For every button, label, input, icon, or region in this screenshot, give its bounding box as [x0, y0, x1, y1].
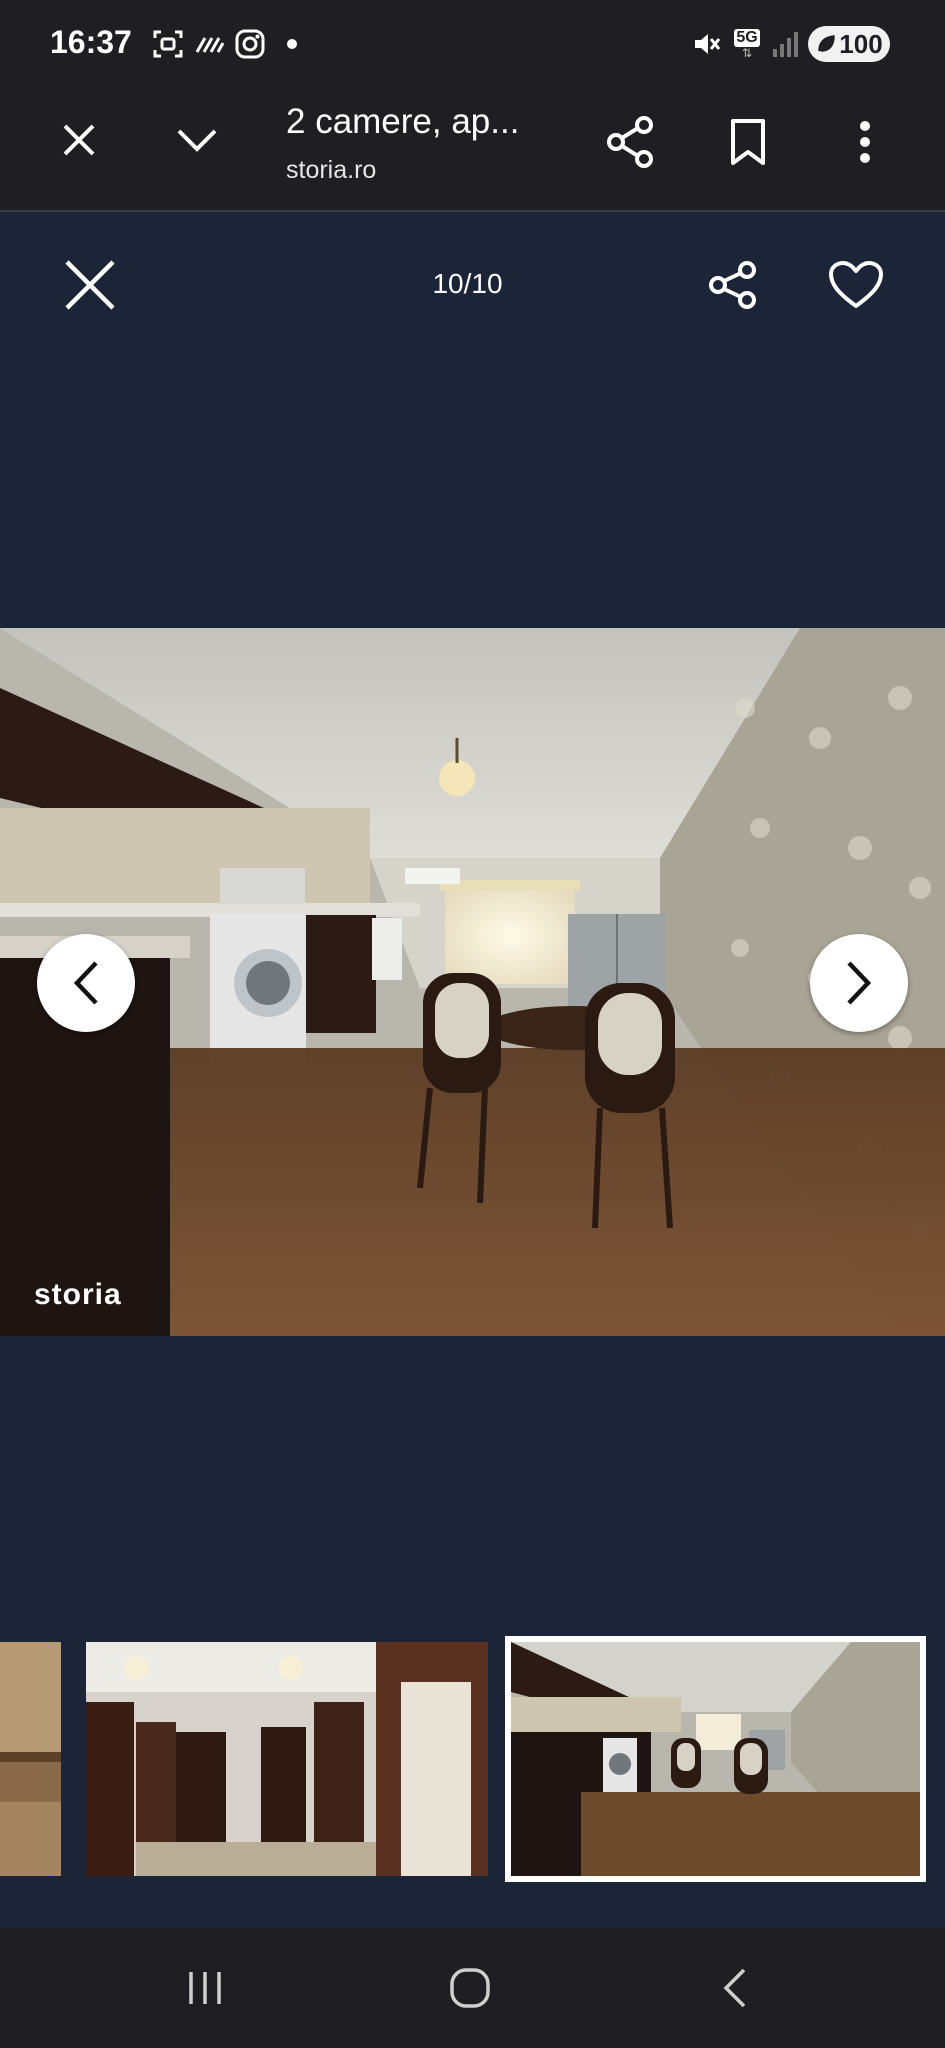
browser-toolbar: 2 camere, ap... storia.ro [0, 88, 945, 212]
gallery-close-button[interactable] [55, 250, 125, 320]
page-domain: storia.ro [286, 156, 377, 184]
more-vert-icon [860, 121, 870, 163]
thumbnail-hallway[interactable] [86, 1642, 488, 1876]
previous-photo-button[interactable] [37, 934, 135, 1032]
bookmark-button[interactable] [716, 110, 780, 174]
instagram-icon [234, 26, 266, 62]
minimize-button[interactable] [165, 108, 229, 172]
page-title: 2 camere, ap... [286, 102, 520, 141]
next-photo-button[interactable] [810, 934, 908, 1032]
chevron-right-icon [847, 961, 872, 1005]
network-type: 5G ⇅ [734, 29, 760, 60]
status-time: 16:37 [50, 24, 132, 60]
favorite-button[interactable] [821, 250, 891, 320]
battery-indicator: 100 [808, 26, 890, 62]
screenshot-icon [150, 26, 186, 62]
thumbnail-strip [0, 1636, 945, 1882]
share-icon [709, 261, 756, 309]
status-bar: 16:37 5G ⇅ 100 [0, 0, 945, 88]
home-button[interactable] [430, 1958, 510, 2018]
chevron-down-icon [177, 129, 217, 152]
battery-saver-icon [818, 35, 836, 52]
recents-button[interactable] [165, 1958, 245, 2018]
close-icon [63, 124, 95, 156]
close-tab-button[interactable] [47, 108, 111, 172]
home-icon [450, 1968, 490, 2008]
bookmark-icon [731, 119, 765, 165]
main-photo [0, 628, 945, 1336]
share-page-button[interactable] [598, 110, 662, 174]
share-icon [607, 116, 653, 168]
photo-watermark: storia [34, 1278, 122, 1311]
back-button[interactable] [695, 1958, 775, 2018]
signal-icon [770, 26, 802, 62]
gallery-share-button[interactable] [698, 250, 768, 320]
nfc-icon [194, 26, 226, 62]
back-icon [723, 1968, 746, 2008]
chevron-left-icon [73, 961, 98, 1005]
heart-icon [829, 261, 883, 308]
thumbnail-kitchen[interactable] [505, 1636, 926, 1882]
thumbnail-floor[interactable] [0, 1642, 61, 1876]
mute-icon [690, 26, 722, 62]
photo-counter: 10/10 [432, 268, 503, 299]
notification-dot-icon [284, 26, 300, 62]
close-icon [65, 260, 115, 310]
more-options-button[interactable] [833, 110, 897, 174]
battery-level: 100 [839, 28, 883, 59]
network-label: 5G [734, 29, 760, 47]
system-nav-bar [0, 1928, 945, 2048]
recents-icon [189, 1972, 221, 2004]
